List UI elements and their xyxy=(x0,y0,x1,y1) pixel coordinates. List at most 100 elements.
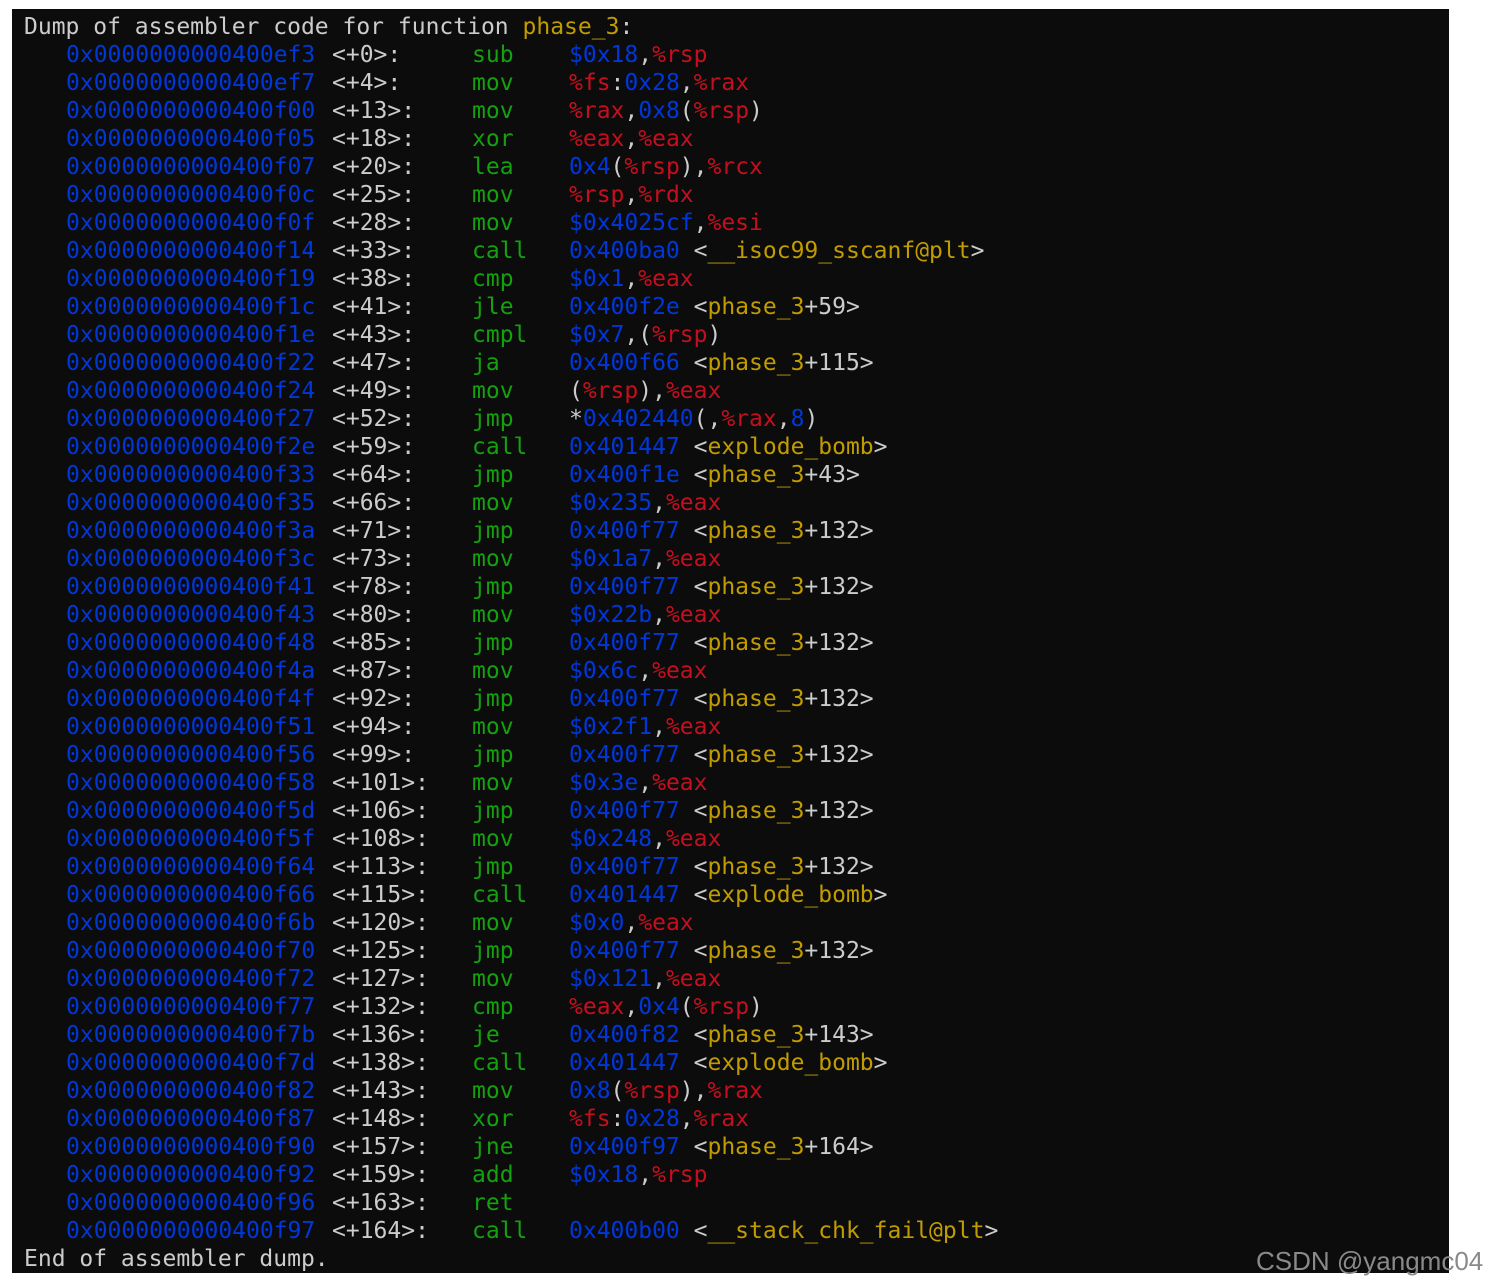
operand-token: , xyxy=(652,826,666,852)
instruction-offset: <+113>: xyxy=(332,854,429,880)
instruction-offset: <+80>: xyxy=(332,602,416,628)
instruction-operands: $0x18,%rsp xyxy=(569,41,708,69)
instruction-operands: %rax,0x8(%rsp) xyxy=(569,97,763,125)
operand-token: $0x4025cf xyxy=(569,210,694,236)
dump-header: Dump of assembler code for function phas… xyxy=(24,13,633,41)
instruction-offset: <+157>: xyxy=(332,1134,429,1160)
instruction-row: 0x0000000000400f07 <+20>: lea 0x4(%rsp),%rc… xyxy=(12,153,1449,181)
instruction-operands: 0x400f1e <phase_3+43> xyxy=(569,461,860,489)
operand-token: %eax xyxy=(665,966,722,992)
instruction-row: 0x0000000000400f27 <+52>: jmp *0x402440(,%r… xyxy=(12,405,1449,433)
operand-token: %rsp xyxy=(652,1162,708,1188)
instruction-operands: $0x235,%eax xyxy=(569,489,721,517)
operand-token: $0x235 xyxy=(569,490,653,516)
instruction-address: 0x0000000000400f4f xyxy=(66,686,316,712)
instruction-row: 0x0000000000400f7b <+136>: je 0x400f82 <pha… xyxy=(12,1021,1449,1049)
instruction-operands: $0x1,%eax xyxy=(569,265,694,293)
instruction-operands: 0x400f82 <phase_3+143> xyxy=(569,1021,874,1049)
instruction-row: 0x0000000000400f90 <+157>: jne 0x400f97 <ph… xyxy=(12,1133,1449,1161)
instruction-row: 0x0000000000400f4a <+87>: mov $0x6c,%eax xyxy=(12,657,1449,685)
dump-footer: End of assembler dump. xyxy=(24,1246,329,1272)
instruction-mnemonic: lea xyxy=(472,154,514,180)
instruction-address: 0x0000000000400f82 xyxy=(66,1078,316,1104)
instruction-offset: <+101>: xyxy=(332,770,429,796)
instruction-mnemonic: call xyxy=(472,882,528,908)
operand-token: +132> xyxy=(804,574,874,600)
instruction-mnemonic: call xyxy=(472,434,528,460)
instruction-mnemonic: mov xyxy=(472,210,514,236)
operand-token: 0x400f77 xyxy=(569,518,680,544)
operand-token: 0x400f77 xyxy=(569,686,680,712)
instruction-row: 0x0000000000400f4f <+92>: jmp 0x400f77 <pha… xyxy=(12,685,1449,713)
instruction-address: 0x0000000000400f70 xyxy=(66,938,316,964)
operand-token: , xyxy=(652,546,666,572)
instruction-mnemonic: mov xyxy=(472,602,514,628)
operand-token: < xyxy=(679,854,708,880)
operand-token: 0x28 xyxy=(624,1106,680,1132)
terminal-window[interactable]: Dump of assembler code for function phas… xyxy=(12,9,1449,1273)
instruction-operands: $0x0,%eax xyxy=(569,909,694,937)
instruction-mnemonic: jne xyxy=(472,1134,514,1160)
operand-token: +132> xyxy=(804,938,874,964)
operand-token: __isoc99_sscanf@plt xyxy=(707,238,971,264)
instruction-address: 0x0000000000400ef3 xyxy=(66,42,316,68)
instruction-mnemonic: jmp xyxy=(472,574,514,600)
instruction-offset: <+164>: xyxy=(332,1218,429,1244)
instruction-offset: <+138>: xyxy=(332,1050,429,1076)
operand-token: %eax xyxy=(638,266,694,292)
instruction-offset: <+52>: xyxy=(332,406,416,432)
operand-token: < xyxy=(679,798,708,824)
operand-token: %eax xyxy=(665,714,722,740)
instruction-offset: <+13>: xyxy=(332,98,416,124)
instruction-address: 0x0000000000400f5d xyxy=(66,798,316,824)
operand-token: +132> xyxy=(804,630,874,656)
instruction-mnemonic: mov xyxy=(472,658,514,684)
operand-token: %eax xyxy=(665,490,722,516)
operand-token: ), xyxy=(638,378,666,404)
instruction-offset: <+49>: xyxy=(332,378,416,404)
operand-token: phase_3 xyxy=(707,630,805,656)
instruction-operands: $0x4025cf,%esi xyxy=(569,209,763,237)
operand-token: %eax xyxy=(569,994,625,1020)
instruction-address: 0x0000000000400f51 xyxy=(66,714,316,740)
instruction-mnemonic: call xyxy=(472,1050,528,1076)
operand-token: 0x402440 xyxy=(582,406,694,432)
instruction-address: 0x0000000000400f92 xyxy=(66,1162,316,1188)
operand-token: 0x400f77 xyxy=(569,854,680,880)
instruction-operands: 0x400f77 <phase_3+132> xyxy=(569,685,874,713)
instruction-address: 0x0000000000400f14 xyxy=(66,238,316,264)
instruction-address: 0x0000000000400f66 xyxy=(66,882,316,908)
instruction-row: 0x0000000000400f58 <+101>: mov $0x3e,%eax xyxy=(12,769,1449,797)
operand-token: %eax xyxy=(638,126,694,152)
instruction-offset: <+78>: xyxy=(332,574,416,600)
operand-token: phase_3 xyxy=(707,742,805,768)
instruction-offset: <+73>: xyxy=(332,546,416,572)
instruction-mnemonic: ja xyxy=(472,350,500,376)
instruction-offset: <+136>: xyxy=(332,1022,429,1048)
instruction-offset: <+28>: xyxy=(332,210,416,236)
instruction-operands: *0x402440(,%rax,8) xyxy=(569,405,818,433)
instruction-row: 0x0000000000400f00 <+13>: mov %rax,0x8(%rsp… xyxy=(12,97,1449,125)
instruction-row: 0x0000000000400f51 <+94>: mov $0x2f1,%eax xyxy=(12,713,1449,741)
operand-token: ) xyxy=(804,406,819,432)
instruction-mnemonic: mov xyxy=(472,826,514,852)
operand-token: < xyxy=(679,462,708,488)
instruction-address: 0x0000000000400f41 xyxy=(66,574,316,600)
operand-token: < xyxy=(679,1134,708,1160)
instruction-offset: <+18>: xyxy=(332,126,416,152)
instruction-operands: $0x7,(%rsp) xyxy=(569,321,721,349)
operand-token: ) xyxy=(749,98,763,124)
operand-token: %eax xyxy=(638,910,694,936)
operand-token: %fs xyxy=(569,70,611,96)
instruction-operands: 0x400f77 <phase_3+132> xyxy=(569,517,874,545)
operand-token: < xyxy=(679,574,708,600)
operand-token: phase_3 xyxy=(707,574,805,600)
instruction-mnemonic: sub xyxy=(472,42,514,68)
instruction-offset: <+94>: xyxy=(332,714,416,740)
instruction-row: 0x0000000000400f92 <+159>: add $0x18,%rsp xyxy=(12,1161,1449,1189)
instruction-offset: <+127>: xyxy=(332,966,429,992)
instruction-offset: <+163>: xyxy=(332,1190,429,1216)
instruction-row: 0x0000000000400f7d <+138>: call 0x401447 <e… xyxy=(12,1049,1449,1077)
operand-token: %rsp xyxy=(624,1078,680,1104)
instruction-mnemonic: mov xyxy=(472,378,514,404)
